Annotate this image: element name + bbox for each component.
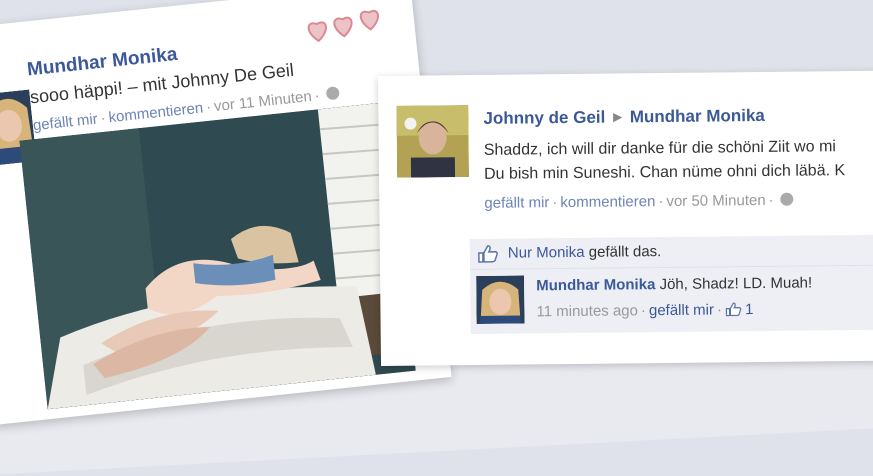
arrow-right-icon: ▶ — [613, 111, 622, 124]
globe-icon — [325, 86, 341, 101]
post-target[interactable]: Mundhar Monika — [630, 106, 765, 126]
hearts-decoration — [305, 8, 388, 51]
like-link[interactable]: gefällt mir — [32, 110, 98, 134]
thumbs-up-icon — [478, 245, 498, 267]
comment-like-count[interactable]: 1 — [725, 301, 754, 318]
comment-meta: 11 minutes ago · gefällt mir · 1 — [536, 301, 754, 321]
thumbs-up-icon — [725, 302, 741, 320]
post-header: Johnny de Geil ▶ Mundhar Monika — [483, 106, 765, 129]
comment-author[interactable]: Mundhar Monika — [536, 276, 655, 294]
likes-bar: Nur Monika gefällt das. — [469, 234, 873, 271]
timestamp[interactable]: vor 50 Minuten — [666, 192, 765, 210]
comment-like-link[interactable]: gefällt mir — [649, 301, 714, 319]
like-link[interactable]: gefällt mir — [484, 194, 549, 212]
comment: Mundhar Monika Jöh, Shadz! LD. Muah! 11 … — [470, 265, 873, 335]
comment-avatar[interactable] — [476, 275, 525, 324]
heart-icon — [307, 10, 379, 43]
globe-icon — [780, 192, 794, 206]
post-photo[interactable] — [19, 102, 416, 410]
comment-text: Jöh, Shadz! LD. Muah! — [659, 274, 813, 294]
post-meta: gefällt mir · kommentieren · vor 50 Minuten · — [484, 192, 794, 212]
post-author[interactable]: Johnny de Geil — [483, 108, 605, 128]
post-card-johnny: Johnny de Geil ▶ Mundhar Monika Shaddz, ic… — [378, 70, 873, 366]
likes-suffix: gefällt das. — [588, 243, 662, 261]
comment-link[interactable]: kommentieren — [560, 193, 655, 211]
post-message: Shaddz, ich will dir danke für die schön… — [483, 138, 846, 183]
avatar[interactable] — [396, 105, 470, 178]
comment-timestamp[interactable]: 11 minutes ago — [536, 302, 638, 320]
likes-names-link[interactable]: Nur Monika — [508, 244, 585, 262]
